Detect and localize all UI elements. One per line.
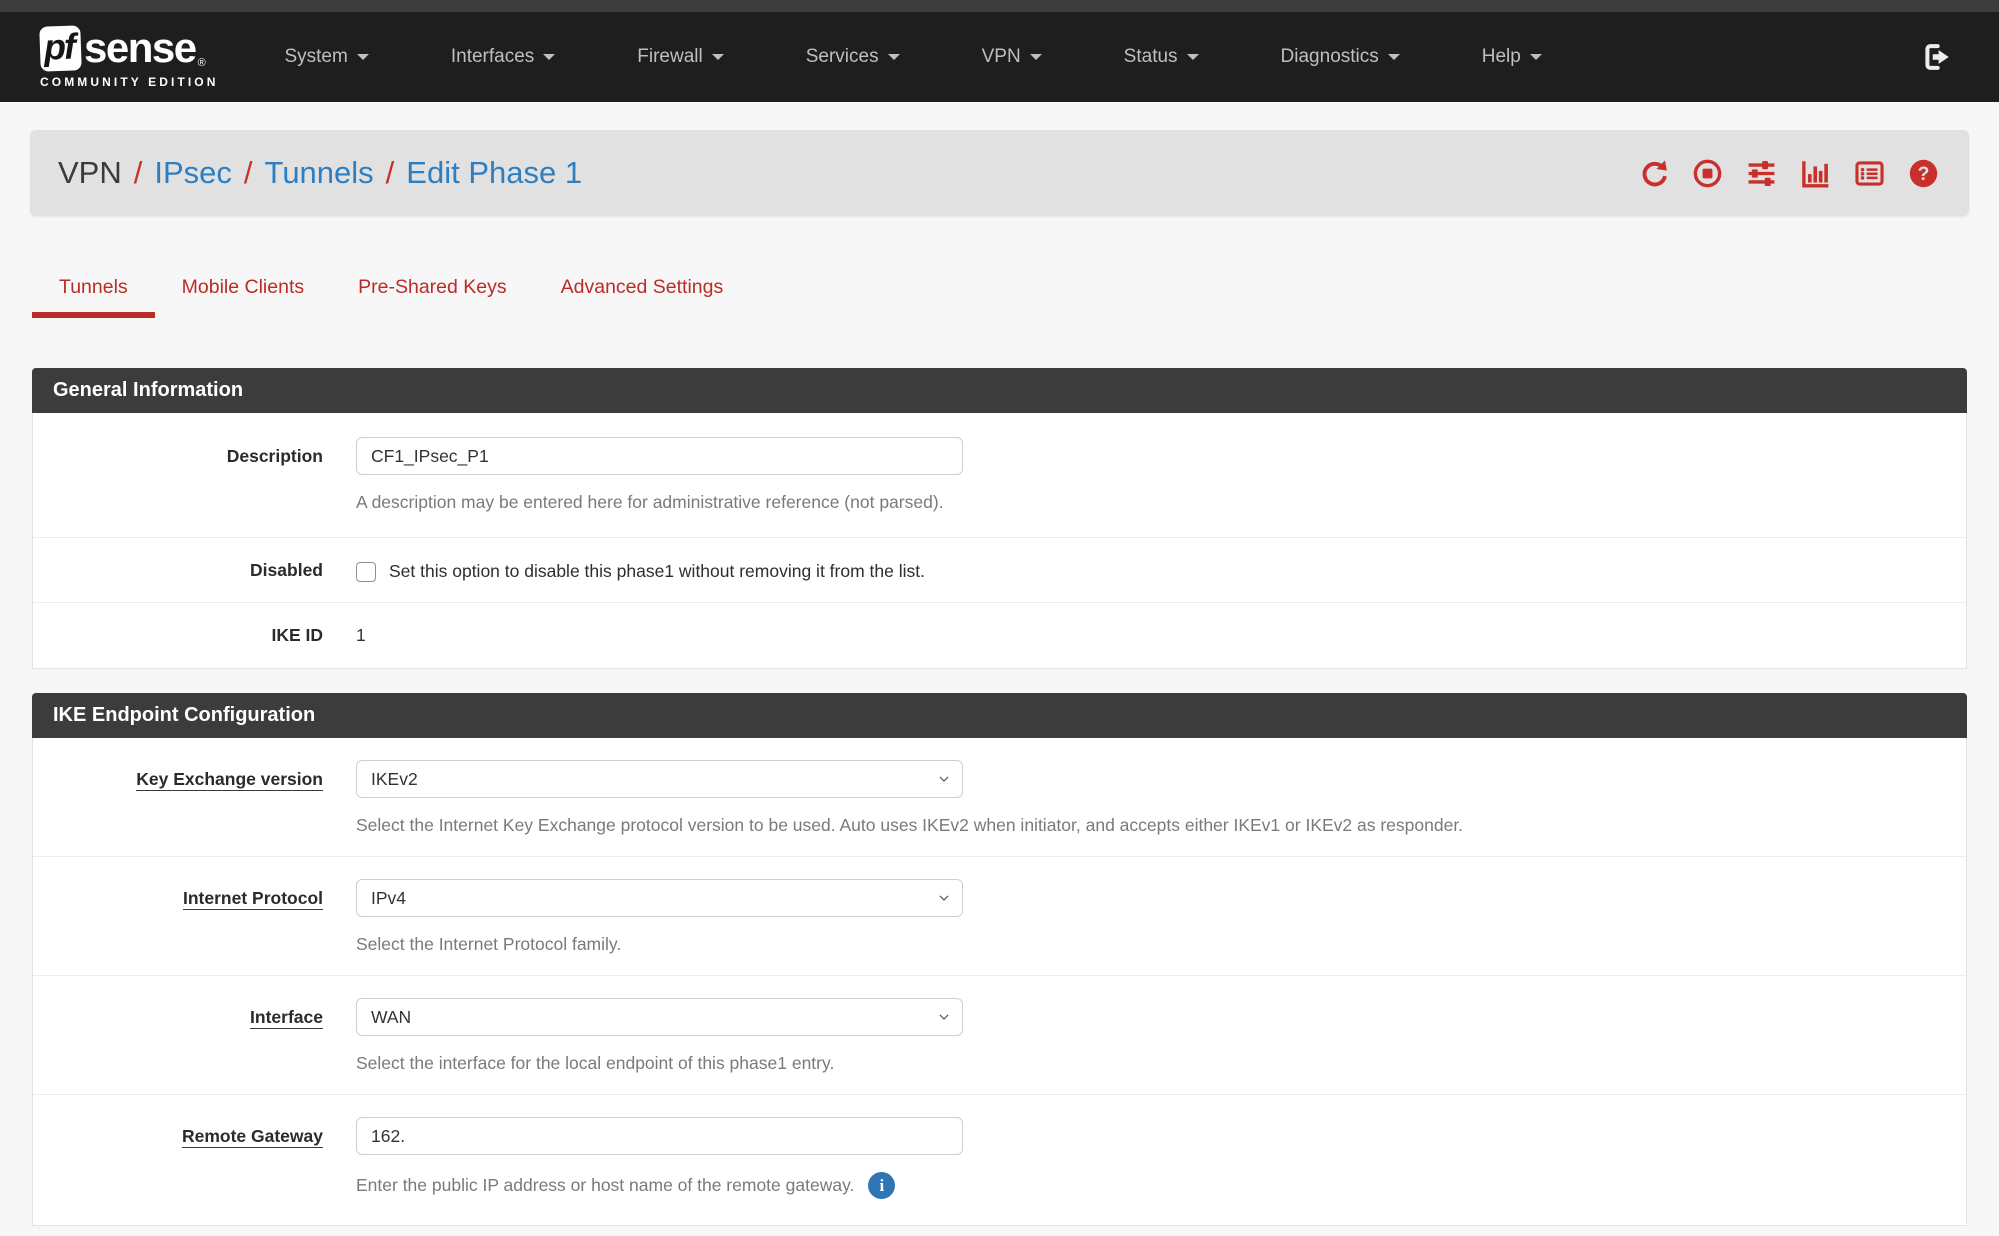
tab-pre-shared-keys[interactable]: Pre-Shared Keys <box>331 266 534 318</box>
bar-chart-icon[interactable] <box>1800 158 1831 189</box>
row-disabled: Disabled Set this option to disable this… <box>33 537 1966 602</box>
sliders-icon[interactable] <box>1746 158 1777 189</box>
main-navbar: pf sense ® COMMUNITY EDITION System Inte… <box>0 12 1999 102</box>
row-ike-id: IKE ID 1 <box>33 602 1966 668</box>
row-key-exchange-version: Key Exchange version IKEv2 Select the In… <box>33 738 1966 856</box>
description-input[interactable] <box>356 437 963 475</box>
interface-select[interactable]: WAN <box>356 998 963 1036</box>
pfsense-logo[interactable]: pf sense ® COMMUNITY EDITION <box>40 26 218 89</box>
page-header: VPN / IPsec / Tunnels / Edit Phase 1 <box>30 130 1969 216</box>
help-circle-icon[interactable]: ? <box>1908 158 1939 189</box>
svg-text:?: ? <box>1918 163 1930 185</box>
breadcrumb-link-edit-phase1[interactable]: Edit Phase 1 <box>406 155 582 191</box>
nav-item-firewall[interactable]: Firewall <box>637 46 723 68</box>
tab-mobile-clients[interactable]: Mobile Clients <box>155 266 331 318</box>
ike-id-value: 1 <box>356 623 1936 646</box>
interface-label: Interface <box>33 998 323 1074</box>
registered-mark: ® <box>198 57 206 69</box>
key-exchange-version-label: Key Exchange version <box>33 760 323 836</box>
nav-item-services[interactable]: Services <box>806 46 900 68</box>
sign-out-icon <box>1921 41 1953 73</box>
caret-down-icon <box>1530 54 1542 60</box>
remote-gateway-input[interactable] <box>356 1117 963 1155</box>
caret-down-icon <box>357 54 369 60</box>
remote-gateway-label: Remote Gateway <box>33 1117 323 1199</box>
nav-item-interfaces[interactable]: Interfaces <box>451 46 555 68</box>
row-interface: Interface WAN Select the interface for t… <box>33 975 1966 1094</box>
internet-protocol-select[interactable]: IPv4 <box>356 879 963 917</box>
tab-tunnels[interactable]: Tunnels <box>32 266 155 318</box>
tab-advanced-settings[interactable]: Advanced Settings <box>534 266 751 318</box>
description-help: A description may be entered here for ad… <box>356 492 1936 513</box>
nav-item-diagnostics[interactable]: Diagnostics <box>1281 46 1400 68</box>
nav-menu: System Interfaces Firewall Services VPN … <box>284 46 1623 68</box>
description-label: Description <box>33 437 323 513</box>
row-internet-protocol: Internet Protocol IPv4 Select the Intern… <box>33 856 1966 975</box>
breadcrumb-link-ipsec[interactable]: IPsec <box>154 155 232 191</box>
tab-bar: Tunnels Mobile Clients Pre-Shared Keys A… <box>32 266 1967 318</box>
interface-help: Select the interface for the local endpo… <box>356 1053 1936 1074</box>
pf-logo-box: pf <box>39 25 82 71</box>
caret-down-icon <box>543 54 555 60</box>
ike-endpoint-panel: Key Exchange version IKEv2 Select the In… <box>32 738 1967 1226</box>
section-general-information: General Information Description A descri… <box>32 368 1967 669</box>
section-title: General Information <box>32 368 1967 413</box>
key-exchange-version-help: Select the Internet Key Exchange protoco… <box>356 815 1936 836</box>
remote-gateway-help: Enter the public IP address or host name… <box>356 1175 854 1196</box>
internet-protocol-help: Select the Internet Protocol family. <box>356 934 1936 955</box>
nav-item-system[interactable]: System <box>284 46 368 68</box>
stop-circle-icon[interactable] <box>1692 158 1723 189</box>
breadcrumb: VPN / IPsec / Tunnels / Edit Phase 1 <box>58 155 582 191</box>
list-icon[interactable] <box>1854 158 1885 189</box>
disabled-checkbox[interactable] <box>356 562 376 582</box>
sense-logo-text: sense <box>84 27 196 69</box>
info-icon[interactable]: i <box>868 1172 895 1199</box>
disabled-label: Disabled <box>33 558 323 582</box>
caret-down-icon <box>1388 54 1400 60</box>
nav-item-vpn[interactable]: VPN <box>982 46 1042 68</box>
top-strip <box>0 0 1999 12</box>
caret-down-icon <box>1030 54 1042 60</box>
header-action-icons: ? <box>1638 158 1939 189</box>
general-information-panel: Description A description may be entered… <box>32 413 1967 669</box>
internet-protocol-label: Internet Protocol <box>33 879 323 955</box>
caret-down-icon <box>1187 54 1199 60</box>
nav-item-status[interactable]: Status <box>1124 46 1199 68</box>
nav-item-help[interactable]: Help <box>1482 46 1542 68</box>
key-exchange-version-select[interactable]: IKEv2 <box>356 760 963 798</box>
logout-button[interactable] <box>1921 41 1953 73</box>
disabled-checkbox-label: Set this option to disable this phase1 w… <box>389 561 925 582</box>
caret-down-icon <box>712 54 724 60</box>
row-description: Description A description may be entered… <box>33 413 1966 537</box>
ike-id-label: IKE ID <box>33 623 323 646</box>
breadcrumb-link-tunnels[interactable]: Tunnels <box>265 155 374 191</box>
section-ike-endpoint-configuration: IKE Endpoint Configuration Key Exchange … <box>32 693 1967 1226</box>
caret-down-icon <box>888 54 900 60</box>
refresh-icon[interactable] <box>1638 158 1669 189</box>
section-title: IKE Endpoint Configuration <box>32 693 1967 738</box>
breadcrumb-root: VPN <box>58 155 122 191</box>
community-edition-label: COMMUNITY EDITION <box>40 75 218 89</box>
row-remote-gateway: Remote Gateway Enter the public IP addre… <box>33 1094 1966 1225</box>
